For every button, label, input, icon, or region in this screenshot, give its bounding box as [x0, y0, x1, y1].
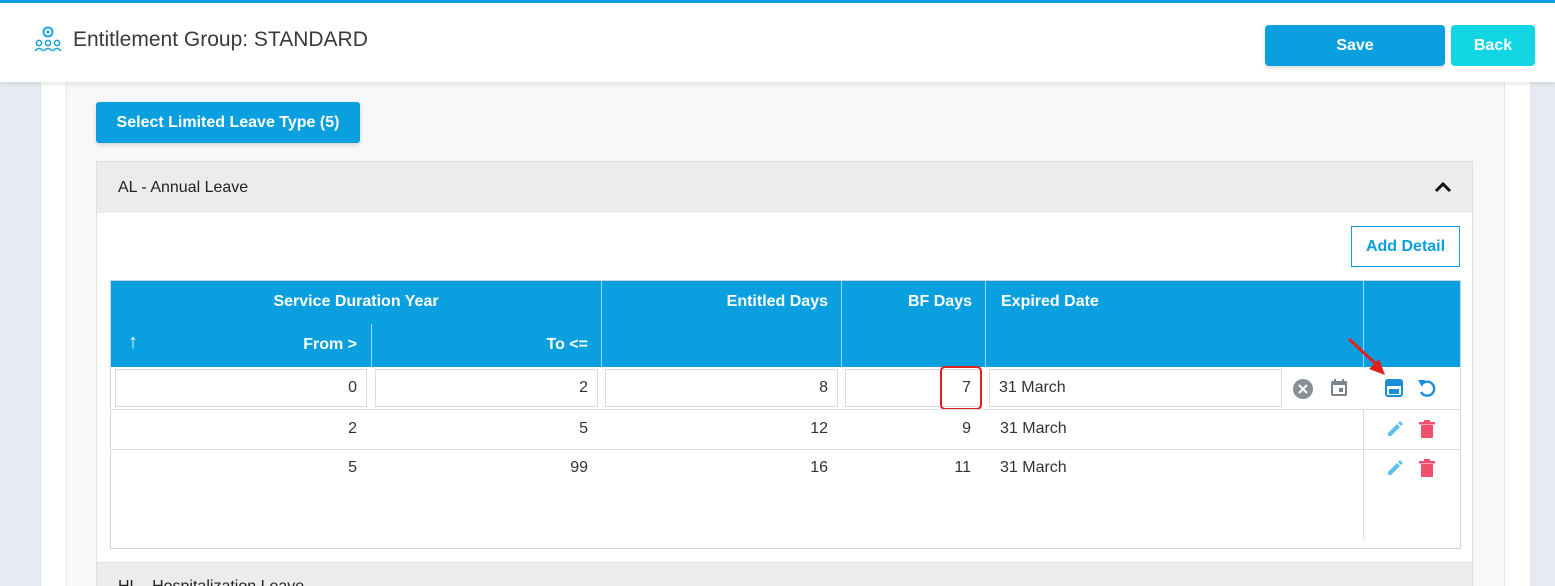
clear-icon[interactable]	[1292, 378, 1314, 400]
row-1-expired-date: 31 March	[1000, 420, 1067, 437]
row-2-from: 5	[348, 459, 357, 476]
back-button[interactable]: Back	[1451, 25, 1535, 66]
table-header: Service Duration Year ↑ From > To <= Ent…	[111, 281, 1460, 367]
add-detail-button[interactable]: Add Detail	[1351, 226, 1460, 267]
delete-icon[interactable]	[1416, 418, 1438, 440]
page-header: Entitlement Group: STANDARD Save Back	[0, 3, 1555, 82]
entitled-days-input[interactable]: 8	[605, 369, 838, 407]
row-1-bf-days: 9	[962, 420, 971, 437]
header-expired-date: Expired Date	[1001, 293, 1099, 310]
row-2-expired-date: 31 March	[1000, 459, 1067, 476]
hospitalization-leave-accordion[interactable]: HL - Hospitalization Leave	[96, 562, 1473, 586]
team-settings-icon	[34, 26, 62, 52]
header-service-duration: Service Duration Year	[273, 293, 439, 310]
undo-icon[interactable]	[1416, 377, 1438, 399]
header-to: To <=	[546, 336, 589, 353]
row-2-to: 99	[570, 459, 588, 476]
accordion-title: AL - Annual Leave	[118, 179, 249, 196]
to-input[interactable]: 2	[375, 369, 598, 407]
header-entitled-days: Entitled Days	[726, 293, 828, 310]
row-1-to: 5	[579, 420, 588, 437]
edit-icon[interactable]	[1384, 418, 1406, 440]
expired-date-input[interactable]: 31 March	[989, 369, 1282, 407]
page-title: Entitlement Group: STANDARD	[73, 28, 368, 51]
entitlement-table: Service Duration Year ↑ From > To <= Ent…	[110, 280, 1461, 549]
accordion-title: HL - Hospitalization Leave	[118, 578, 304, 586]
save-button[interactable]: Save	[1265, 25, 1445, 66]
row-2-bf-days: 11	[954, 459, 971, 476]
accordion-header[interactable]: AL - Annual Leave	[97, 162, 1472, 213]
header-bf-days: BF Days	[907, 293, 972, 310]
row-1-from: 2	[348, 420, 357, 437]
bf-days-highlight	[940, 366, 982, 410]
from-input[interactable]: 0	[115, 369, 367, 407]
annual-leave-accordion: AL - Annual Leave Add Detail Service Dur…	[96, 161, 1473, 563]
chevron-up-icon[interactable]	[1434, 180, 1452, 194]
header-from: From >	[303, 336, 357, 353]
pointer-arrow	[1347, 337, 1385, 375]
save-row-icon[interactable]	[1383, 377, 1405, 399]
row-2-entitled-days: 16	[810, 459, 828, 476]
edit-icon[interactable]	[1384, 457, 1406, 479]
select-limited-leave-type-button[interactable]: Select Limited Leave Type (5)	[96, 102, 360, 143]
delete-icon[interactable]	[1416, 457, 1438, 479]
sort-arrow-icon[interactable]: ↑	[128, 331, 138, 354]
row-1-entitled-days: 12	[810, 420, 828, 437]
